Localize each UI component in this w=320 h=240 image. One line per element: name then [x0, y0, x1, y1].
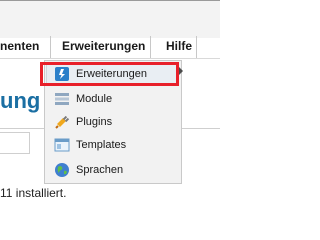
dropdown-item-templates[interactable]: Templates	[46, 134, 178, 156]
dropdown-item-label: Templates	[76, 139, 127, 151]
module-icon	[55, 93, 69, 105]
highlight-annotation-box	[40, 62, 179, 86]
page-title: ung	[0, 88, 41, 113]
menu-separator	[150, 36, 151, 58]
dropdown-top-border	[44, 60, 182, 61]
template-icon	[54, 138, 70, 152]
top-toolbar	[0, 0, 220, 38]
status-message: 11 installiert.	[0, 186, 67, 200]
dropdown-item-label: Plugins	[76, 116, 113, 128]
menu-item-hilfe[interactable]: Hilfe	[166, 38, 192, 54]
toolbar-box	[0, 132, 30, 154]
menubar-bottom-border	[0, 58, 220, 59]
dropdown-item-sprachen[interactable]: Sprachen	[46, 159, 178, 181]
dropdown-item-label: Sprachen	[76, 164, 124, 176]
dropdown-item-module[interactable]: Module	[46, 88, 178, 110]
globe-icon	[55, 163, 69, 177]
dropdown-item-label: Module	[76, 93, 113, 105]
plugin-icon	[55, 115, 70, 129]
menu-separator	[196, 36, 197, 58]
menu-separator	[50, 36, 51, 58]
menu-item-komponenten[interactable]: nenten	[0, 38, 39, 54]
dropdown-item-plugins[interactable]: Plugins	[46, 111, 178, 133]
menu-item-erweiterungen[interactable]: Erweiterungen	[62, 38, 145, 54]
